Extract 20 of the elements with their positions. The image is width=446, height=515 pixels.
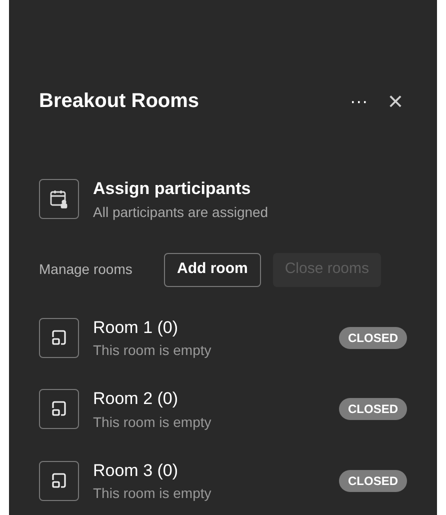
manage-label: Manage rooms xyxy=(39,260,134,279)
panel-title: Breakout Rooms xyxy=(39,89,200,114)
room-subtitle: This room is empty xyxy=(93,341,212,360)
room-status: CLOSED xyxy=(338,470,407,492)
room-icon xyxy=(39,389,79,430)
room-icon xyxy=(39,318,79,358)
room-status: CLOSED xyxy=(338,326,407,349)
assign-subtitle: All participants are assigned xyxy=(93,202,268,222)
room-name[interactable]: Room 1 (0) xyxy=(93,314,339,340)
room-icon xyxy=(39,460,79,501)
room-name[interactable]: Room 2 (0) xyxy=(93,386,339,412)
room-subtitle: This room is empty xyxy=(93,484,212,503)
room-action-button[interactable]: Add room xyxy=(164,252,261,286)
room-status: CLOSED xyxy=(338,398,407,420)
calendar-people-icon xyxy=(39,179,79,220)
more-button[interactable]: ··· xyxy=(346,92,372,110)
close-button[interactable]: × xyxy=(384,88,407,114)
assign-title[interactable]: Assign participants xyxy=(93,176,268,202)
room-subtitle: This room is empty xyxy=(93,412,212,432)
room-name[interactable]: Room 3 (0) xyxy=(93,458,339,483)
